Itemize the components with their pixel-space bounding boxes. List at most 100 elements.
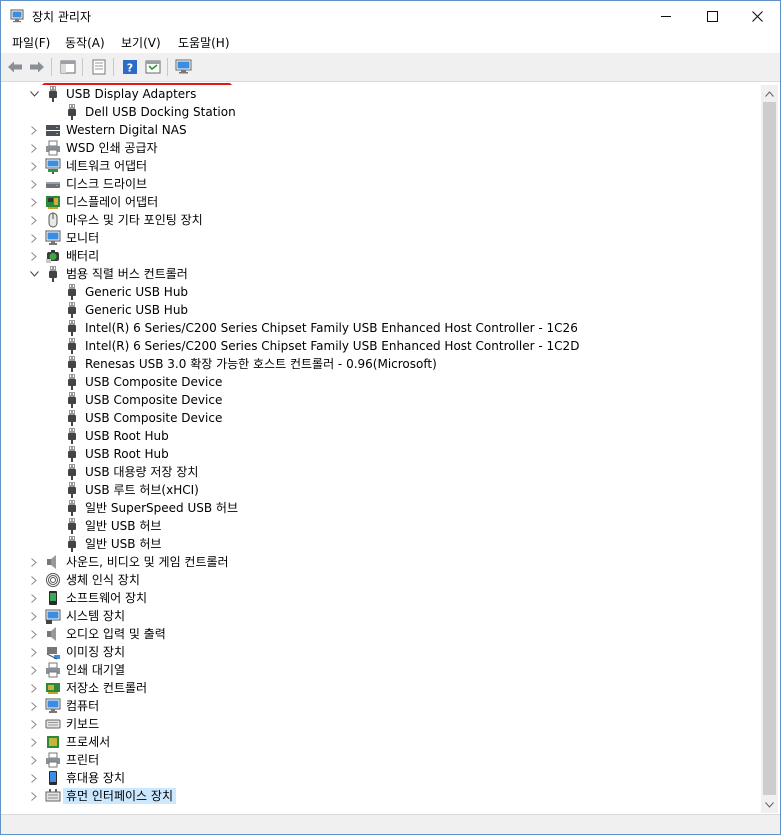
chevron-right-icon[interactable] [27,194,41,210]
device-category[interactable]: 범용 직렬 버스 컨트롤러 [3,265,760,283]
device-category[interactable]: 모니터 [3,229,760,247]
device-item[interactable]: Dell USB Docking Station [3,103,760,121]
device-category[interactable]: 프로세서 [3,733,760,751]
menu-file[interactable]: 파일(F) [12,34,50,51]
device-category[interactable]: 마우스 및 기타 포인팅 장치 [3,211,760,229]
action-pane-button[interactable] [144,58,162,76]
scroll-down-button[interactable] [761,796,778,813]
device-tree[interactable]: USB Display Adapters Dell USB Docking Sta… [3,85,760,813]
device-category[interactable]: 프린터 [3,751,760,769]
device-category[interactable]: 생체 인식 장치 [3,571,760,589]
device-item[interactable]: Intel(R) 6 Series/C200 Series Chipset Fa… [3,319,760,337]
chevron-right-icon[interactable] [27,644,41,660]
device-item[interactable]: USB Root Hub [3,445,760,463]
device-label: Renesas USB 3.0 확장 가능한 호스트 컨트롤러 - 0.96(M… [85,357,437,371]
show-hide-console-tree-button[interactable] [59,58,77,76]
usb-plug-icon [68,446,76,462]
forward-button[interactable] [28,58,46,76]
chevron-right-icon[interactable] [27,752,41,768]
chevron-right-icon[interactable] [27,176,41,192]
menu-view[interactable]: 보기(V) [121,34,161,51]
device-category[interactable]: 시스템 장치 [3,607,760,625]
device-label: USB Root Hub [85,447,169,461]
device-category[interactable]: 소프트웨어 장치 [3,589,760,607]
device-item[interactable]: Intel(R) 6 Series/C200 Series Chipset Fa… [3,337,760,355]
speaker-icon [47,627,56,641]
chevron-right-icon[interactable] [27,626,41,642]
vertical-scrollbar[interactable] [761,85,778,813]
title-bar[interactable]: 장치 관리자 [1,1,780,31]
device-category[interactable]: 사운드, 비디오 및 게임 컨트롤러 [3,553,760,571]
device-item[interactable]: Generic USB Hub [3,301,760,319]
minimize-button[interactable] [643,1,689,31]
device-category[interactable]: 휴대용 장치 [3,769,760,787]
close-button[interactable] [734,1,780,31]
menu-action[interactable]: 동작(A) [65,34,105,51]
device-category[interactable]: 네트워크 어댑터 [3,157,760,175]
chevron-right-icon[interactable] [27,770,41,786]
help-button[interactable]: ? [121,58,139,76]
device-category[interactable]: 휴먼 인터페이스 장치 [3,787,760,805]
chevron-right-icon[interactable] [27,158,41,174]
chevron-right-icon[interactable] [27,212,41,228]
device-item[interactable]: Renesas USB 3.0 확장 가능한 호스트 컨트롤러 - 0.96(M… [3,355,760,373]
device-item[interactable]: USB Composite Device [3,373,760,391]
device-label: USB Composite Device [85,393,223,407]
device-label: 저장소 컨트롤러 [66,681,148,695]
device-category[interactable]: 디스플레이 어댑터 [3,193,760,211]
chevron-right-icon[interactable] [27,140,41,156]
scan-hardware-button[interactable] [175,58,193,76]
usb-plug-icon [49,266,57,282]
device-category[interactable]: 컴퓨터 [3,697,760,715]
device-item[interactable]: USB Composite Device [3,391,760,409]
device-category[interactable]: 오디오 입력 및 출력 [3,625,760,643]
device-category[interactable]: 저장소 컨트롤러 [3,679,760,697]
device-category[interactable]: Western Digital NAS [3,121,760,139]
maximize-button[interactable] [689,1,735,31]
chevron-right-icon[interactable] [27,788,41,804]
device-item[interactable]: 일반 SuperSpeed USB 허브 [3,499,760,517]
chevron-right-icon[interactable] [27,662,41,678]
chevron-right-icon[interactable] [27,230,41,246]
back-button[interactable] [6,58,24,76]
properties-button[interactable] [90,58,108,76]
device-category[interactable]: 키보드 [3,715,760,733]
chevron-right-icon[interactable] [27,698,41,714]
usb-plug-icon [68,356,76,372]
chevron-right-icon[interactable] [27,122,41,138]
usb-plug-icon [68,284,76,300]
device-category[interactable]: 배터리 [3,247,760,265]
device-item[interactable]: USB Root Hub [3,427,760,445]
chevron-right-icon[interactable] [27,554,41,570]
device-item[interactable]: Generic USB Hub [3,283,760,301]
chevron-right-icon[interactable] [27,572,41,588]
usb-plug-icon [68,374,76,390]
chevron-right-icon[interactable] [27,734,41,750]
chevron-down-icon[interactable] [27,86,41,102]
mouse-icon [48,212,58,228]
device-label: USB Composite Device [85,411,223,425]
chevron-right-icon[interactable] [27,716,41,732]
menu-help[interactable]: 도움말(H) [178,34,230,51]
chevron-down-icon[interactable] [27,266,41,282]
chevron-right-icon[interactable] [27,680,41,696]
chevron-right-icon[interactable] [27,590,41,606]
device-item[interactable]: 일반 USB 허브 [3,517,760,535]
device-item[interactable]: 일반 USB 허브 [3,535,760,553]
device-category[interactable]: 디스크 드라이브 [3,175,760,193]
portable-device-icon [49,771,57,785]
scroll-up-button[interactable] [761,85,778,102]
device-item[interactable]: USB Composite Device [3,409,760,427]
device-label: USB 대용량 저장 장치 [85,465,199,479]
scrollbar-thumb[interactable] [763,102,776,795]
device-category[interactable]: WSD 인쇄 공급자 [3,139,760,157]
chevron-right-icon[interactable] [27,248,41,264]
chevron-right-icon[interactable] [27,608,41,624]
battery-icon [46,250,59,263]
device-label: USB Composite Device [85,375,223,389]
device-item[interactable]: USB 대용량 저장 장치 [3,463,760,481]
device-category[interactable]: USB Display Adapters [3,85,760,103]
device-category[interactable]: 인쇄 대기열 [3,661,760,679]
device-category[interactable]: 이미징 장치 [3,643,760,661]
device-item[interactable]: USB 루트 허브(xHCI) [3,481,760,499]
